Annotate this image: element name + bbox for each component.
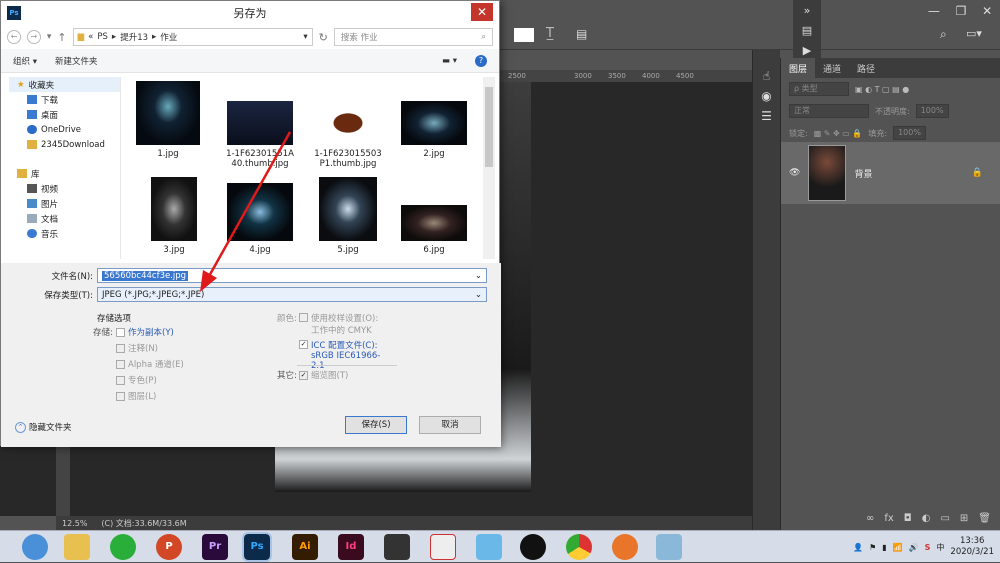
taskbar: P Pr Ps Ai Id 👤 ⚑ ▮ 📶 🔊 S 中 13:36 2020/3… bbox=[0, 530, 1000, 562]
arrow-head bbox=[200, 270, 217, 292]
ie-icon[interactable] bbox=[22, 534, 48, 560]
ime-icon[interactable]: 中 bbox=[936, 542, 944, 553]
indesign-icon[interactable]: Id bbox=[338, 534, 364, 560]
network-icon[interactable]: 📶 bbox=[893, 543, 903, 552]
system-tray: 👤 ⚑ ▮ 📶 🔊 S 中 13:36 2020/3/21 bbox=[853, 531, 994, 563]
usb-icon[interactable]: ▮ bbox=[882, 543, 886, 552]
photoshop-taskbar-icon[interactable]: Ps bbox=[242, 532, 272, 562]
arrow-shaft bbox=[206, 131, 292, 279]
bird-app-icon[interactable] bbox=[476, 534, 502, 560]
illustrator-icon[interactable]: Ai bbox=[292, 534, 318, 560]
chrome-icon[interactable] bbox=[566, 534, 592, 560]
volume-icon[interactable]: 🔊 bbox=[909, 543, 919, 552]
person-icon[interactable]: 👤 bbox=[853, 543, 863, 552]
clock[interactable]: 13:36 2020/3/21 bbox=[950, 536, 994, 558]
fish-app-icon[interactable] bbox=[612, 534, 638, 560]
premiere-icon[interactable]: Pr bbox=[202, 534, 228, 560]
clock-date: 2020/3/21 bbox=[950, 547, 994, 557]
box-app-icon[interactable] bbox=[656, 534, 682, 560]
flag-icon[interactable]: ⚑ bbox=[869, 543, 876, 552]
file-explorer-icon[interactable] bbox=[64, 534, 90, 560]
wechat-icon[interactable] bbox=[110, 534, 136, 560]
qq-icon[interactable] bbox=[520, 534, 546, 560]
video-player-icon[interactable] bbox=[384, 534, 410, 560]
input-method-icon[interactable]: S bbox=[925, 543, 931, 552]
annotation-arrow bbox=[200, 131, 292, 292]
image-viewer-icon[interactable] bbox=[430, 534, 456, 560]
powerpoint-icon[interactable]: P bbox=[156, 534, 182, 560]
clock-time: 13:36 bbox=[959, 536, 985, 546]
